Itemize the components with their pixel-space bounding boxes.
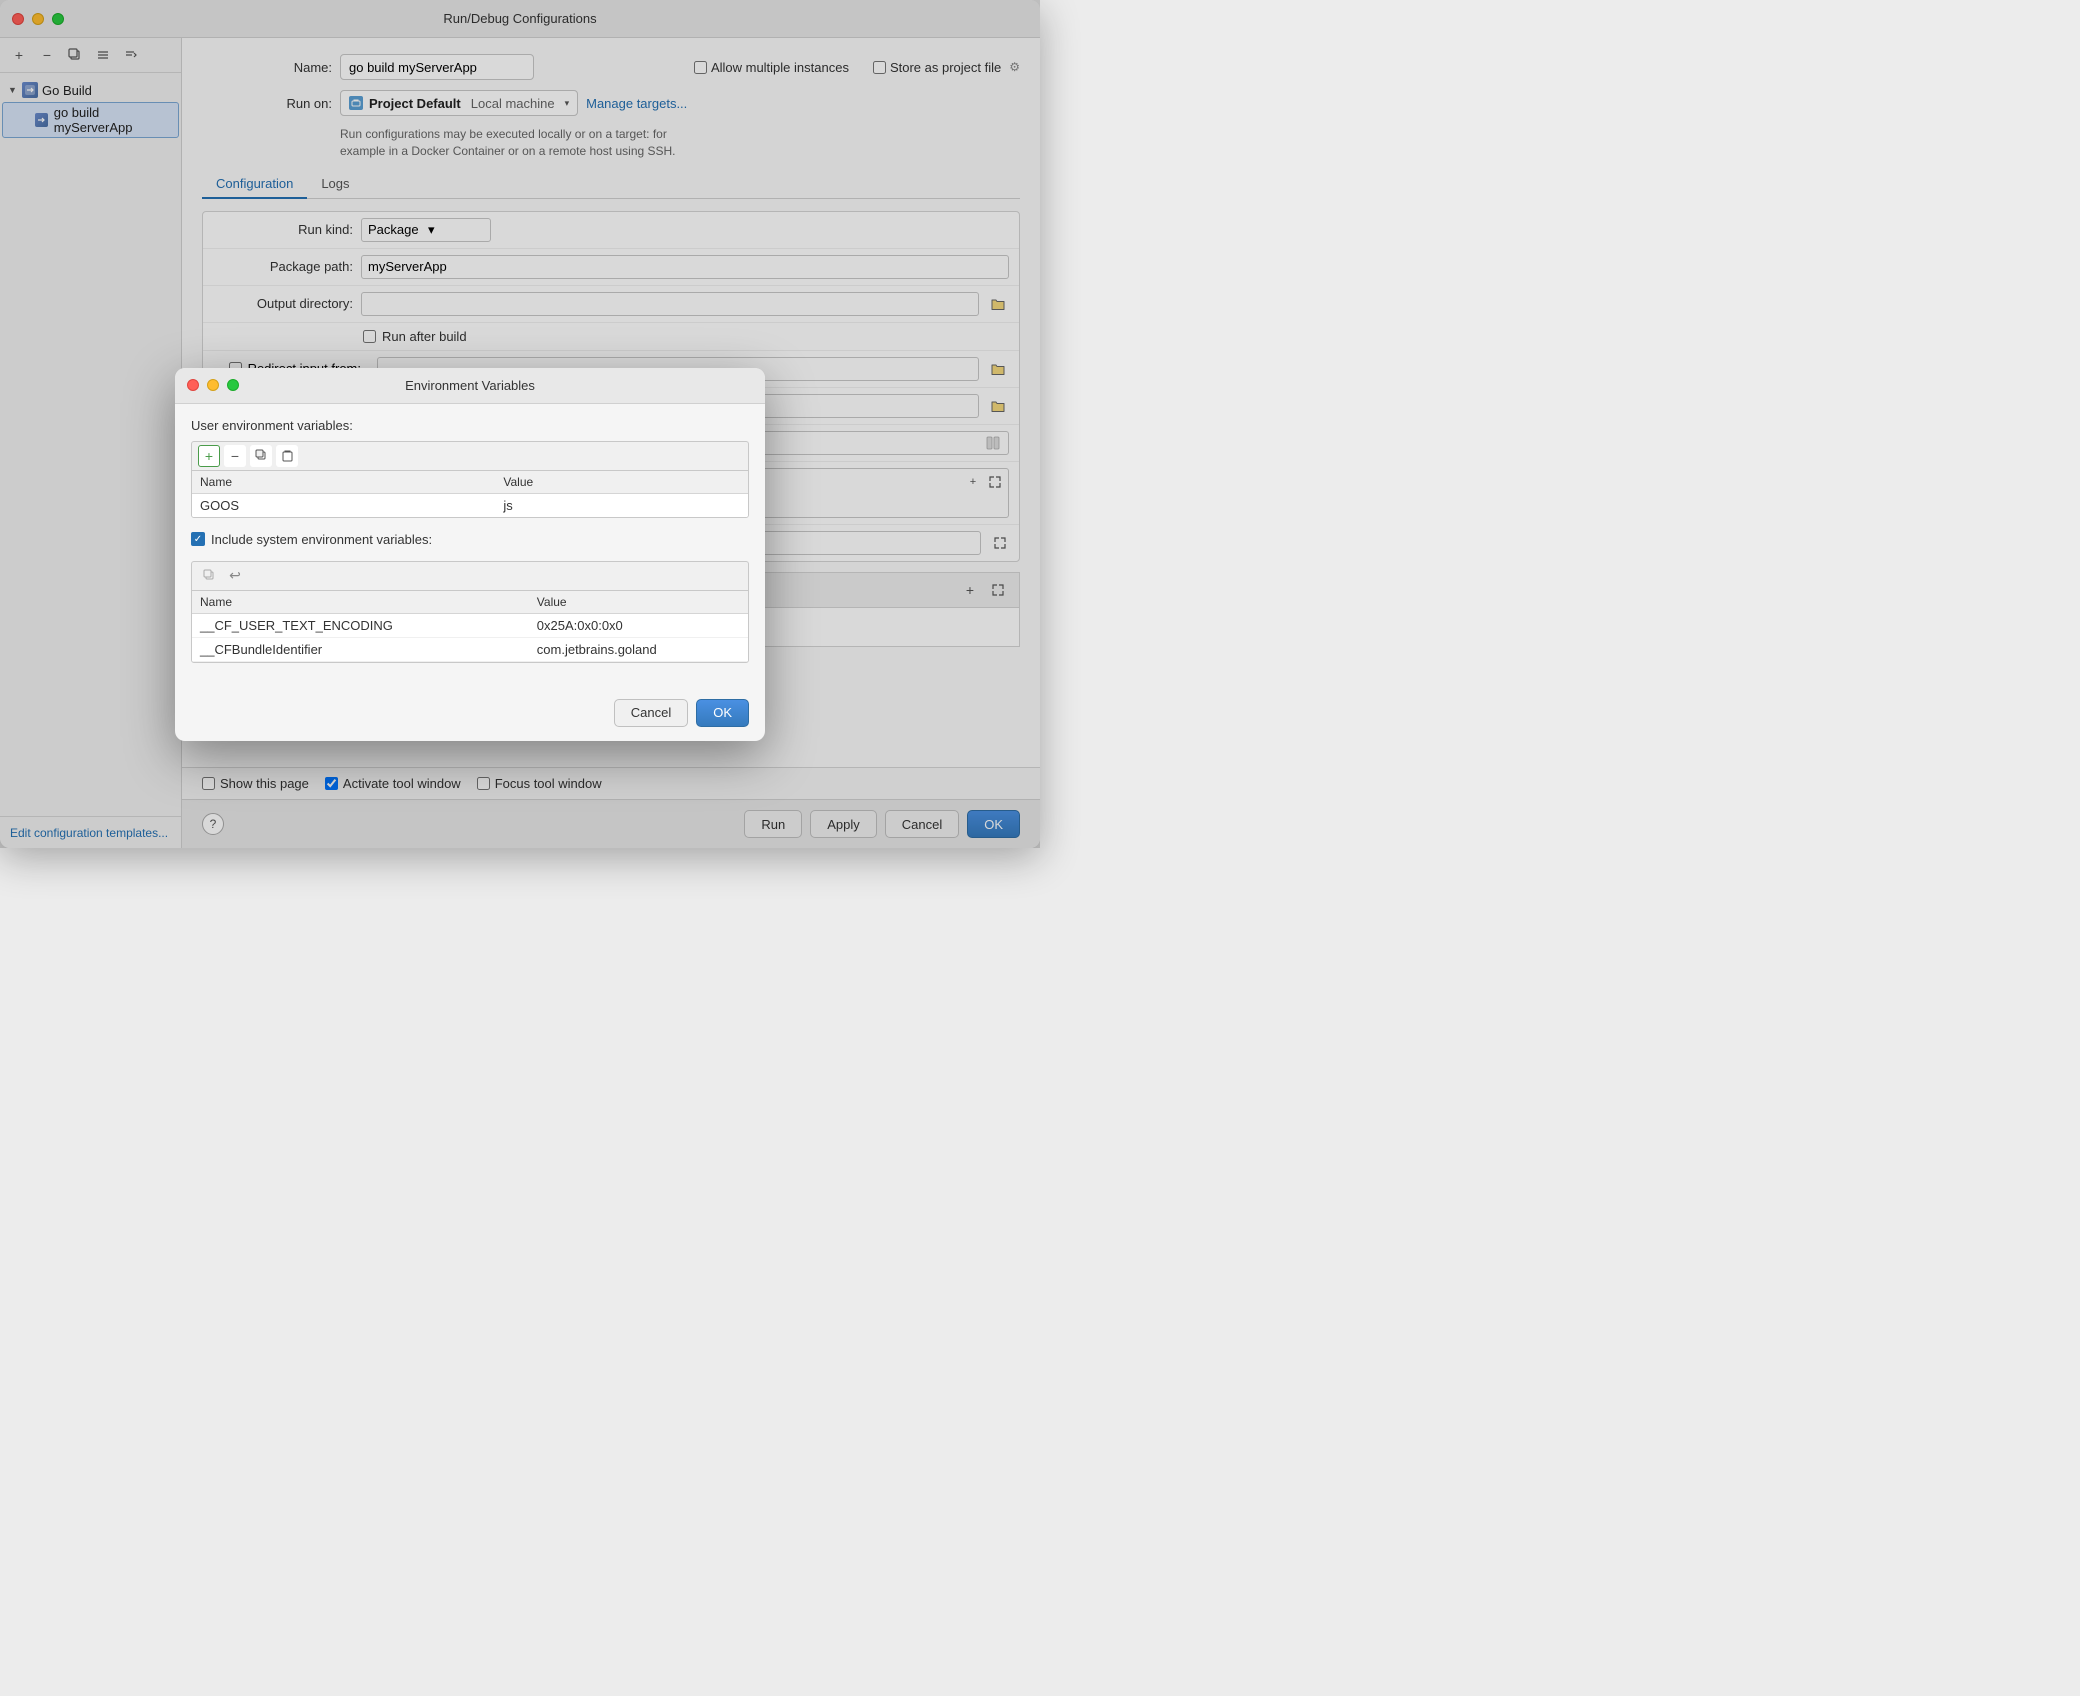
user-env-col-name: Name: [192, 471, 495, 494]
modal-body: User environment variables: + −: [175, 404, 765, 691]
modal-maximize-button[interactable]: [227, 379, 239, 391]
user-env-toolbar: + −: [191, 441, 749, 470]
user-env-remove-button[interactable]: −: [224, 445, 246, 467]
system-env-copy-button[interactable]: [198, 565, 220, 587]
modal-title: Environment Variables: [405, 378, 535, 393]
modal-ok-button[interactable]: OK: [696, 699, 749, 727]
system-env-name-cell: __CF_USER_TEXT_ENCODING: [192, 613, 529, 637]
modal-traffic-lights: [187, 379, 239, 391]
modal-close-button[interactable]: [187, 379, 199, 391]
env-variables-modal: Environment Variables User environment v…: [175, 368, 765, 741]
system-env-table: Name Value __CF_USER_TEXT_ENCODING0x25A:…: [192, 591, 748, 662]
modal-minimize-button[interactable]: [207, 379, 219, 391]
system-env-table-container: Name Value __CF_USER_TEXT_ENCODING0x25A:…: [191, 590, 749, 663]
system-env-col-value: Value: [529, 591, 748, 614]
user-env-title: User environment variables:: [191, 418, 749, 433]
system-env-value-cell: 0x25A:0x0:0x0: [529, 613, 748, 637]
user-env-table-row[interactable]: GOOSjs: [192, 493, 748, 517]
system-env-toolbar: ↩: [191, 561, 749, 590]
modal-cancel-button[interactable]: Cancel: [614, 699, 688, 727]
include-system-row: ✓ Include system environment variables:: [191, 528, 749, 551]
user-env-paste-button[interactable]: [276, 445, 298, 467]
user-env-name-cell: GOOS: [192, 493, 495, 517]
include-system-label: Include system environment variables:: [211, 532, 432, 547]
modal-overlay: Environment Variables User environment v…: [0, 0, 1040, 848]
user-env-copy-button[interactable]: [250, 445, 272, 467]
system-env-value-cell: com.jetbrains.goland: [529, 637, 748, 661]
user-env-add-button[interactable]: +: [198, 445, 220, 467]
user-env-value-cell: js: [495, 493, 748, 517]
system-env-name-cell: __CFBundleIdentifier: [192, 637, 529, 661]
include-system-checkbox[interactable]: ✓: [191, 532, 205, 546]
system-env-table-row[interactable]: __CF_USER_TEXT_ENCODING0x25A:0x0:0x0: [192, 613, 748, 637]
system-env-col-name: Name: [192, 591, 529, 614]
modal-title-bar: Environment Variables: [175, 368, 765, 404]
system-env-table-row[interactable]: __CFBundleIdentifiercom.jetbrains.goland: [192, 637, 748, 661]
system-env-undo-button[interactable]: ↩: [224, 565, 246, 587]
user-env-col-value: Value: [495, 471, 748, 494]
modal-footer: Cancel OK: [175, 691, 765, 741]
user-env-table-container: Name Value GOOSjs: [191, 470, 749, 518]
user-env-table: Name Value GOOSjs: [192, 471, 748, 517]
